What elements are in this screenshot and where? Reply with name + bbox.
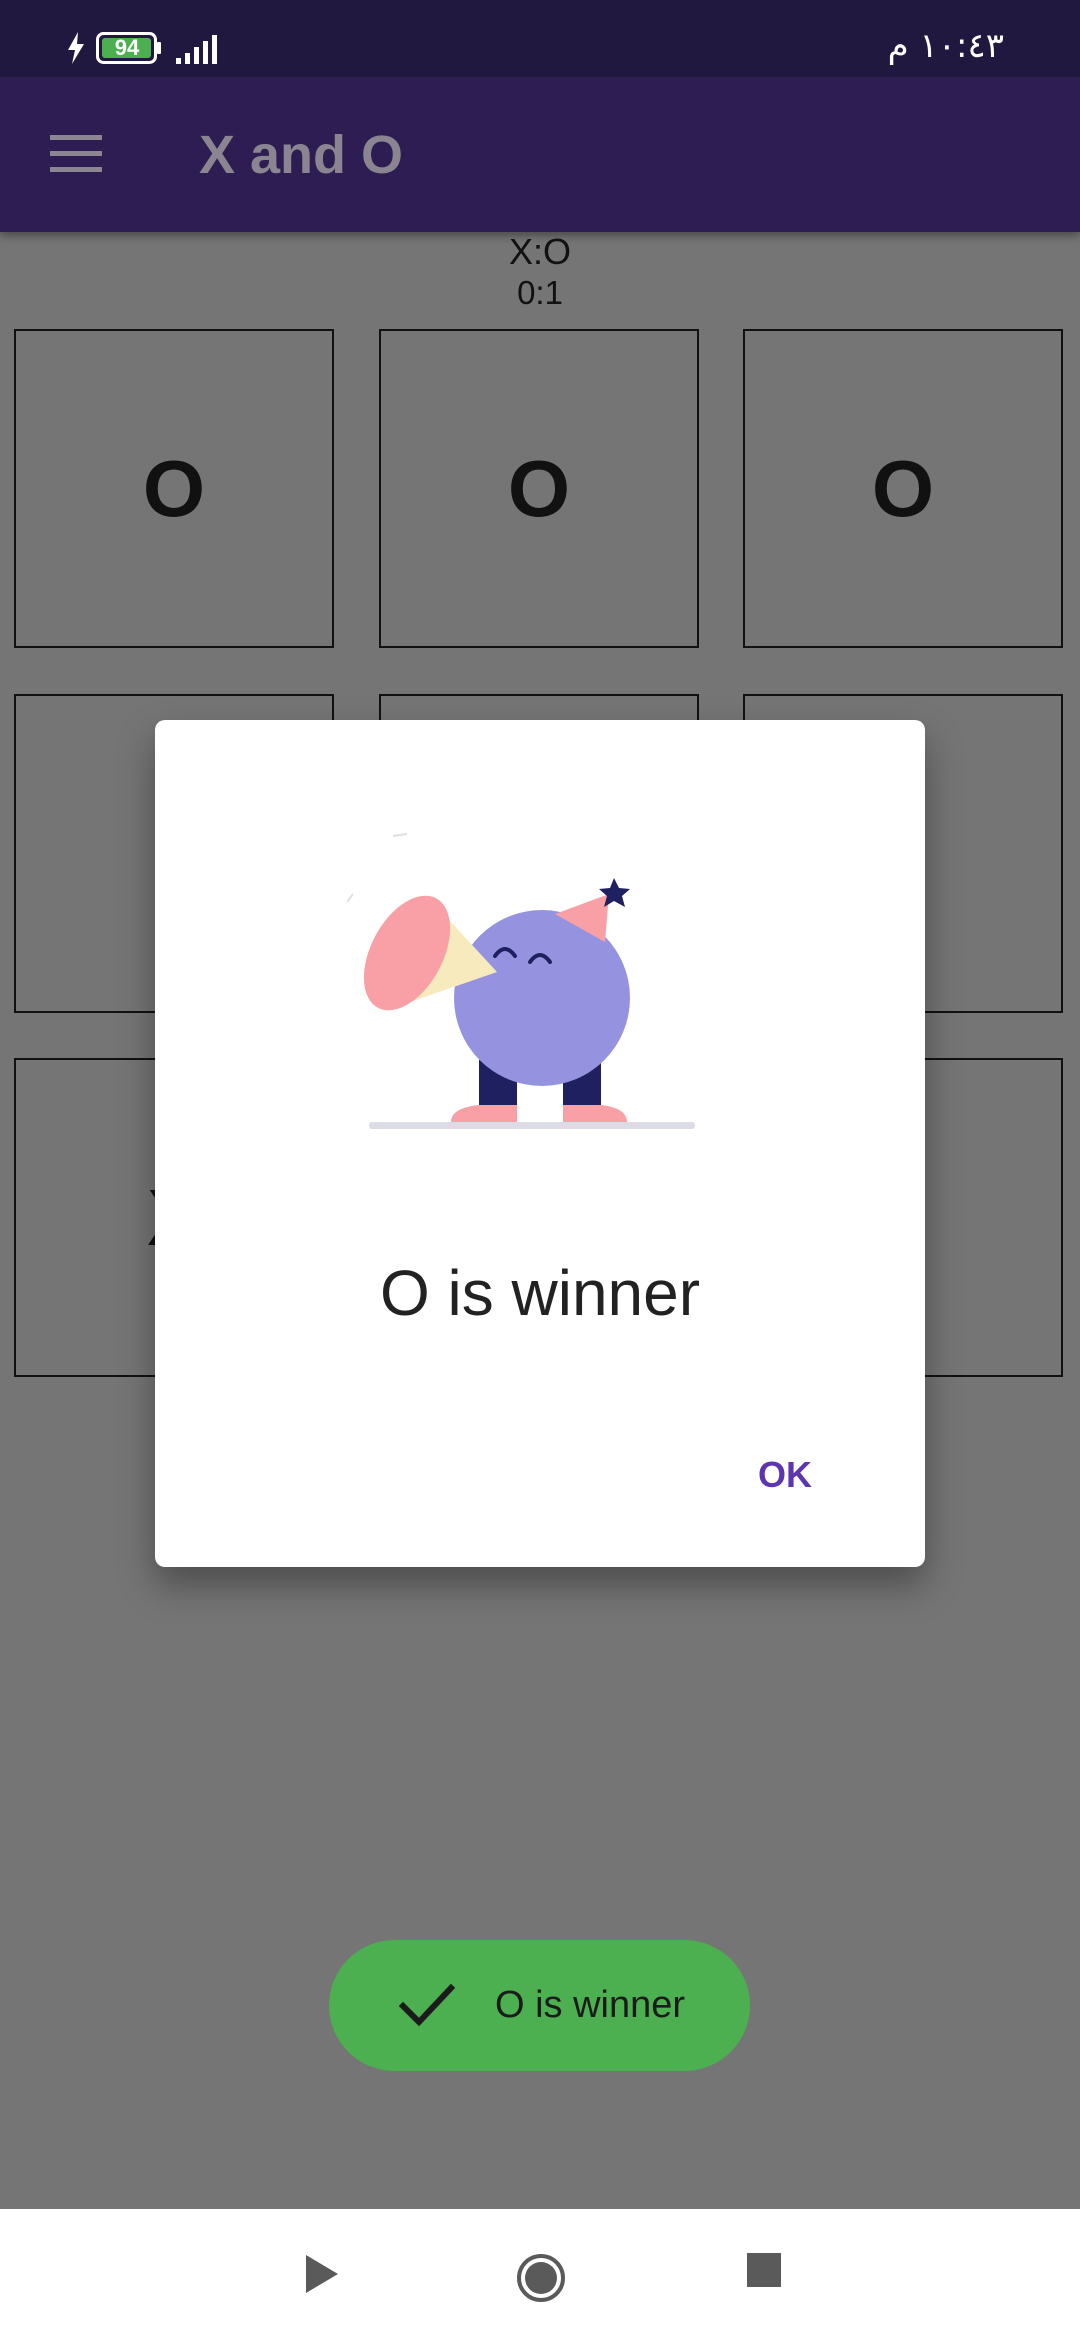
board-cell-1[interactable]: O bbox=[14, 329, 334, 648]
battery-level: 94 bbox=[114, 35, 140, 60]
winner-toast: O is winner bbox=[329, 1940, 750, 2071]
app-bar: X and O bbox=[0, 77, 1080, 232]
score-labels: X:O bbox=[508, 231, 571, 272]
recents-icon[interactable] bbox=[747, 2253, 781, 2287]
dialog-message: O is winner bbox=[379, 1257, 701, 1329]
board-cell-2[interactable]: O bbox=[379, 329, 699, 648]
ok-button[interactable]: OK bbox=[745, 1450, 825, 1500]
back-icon[interactable] bbox=[304, 2253, 340, 2295]
status-clock: ١٠:٤٣ م bbox=[887, 26, 1004, 66]
status-bar: 94 ١٠:٤٣ م bbox=[0, 0, 1080, 77]
score-values: 0:1 bbox=[517, 274, 563, 311]
signal-icon bbox=[176, 35, 217, 64]
home-icon[interactable] bbox=[516, 2253, 566, 2303]
toast-text: O is winner bbox=[495, 1984, 686, 2026]
board-cell-3[interactable]: O bbox=[743, 329, 1063, 648]
menu-icon[interactable] bbox=[50, 135, 102, 173]
check-icon bbox=[399, 1983, 455, 2027]
navigation-bar bbox=[0, 2209, 1080, 2340]
celebration-illustration bbox=[347, 833, 695, 1129]
winner-dialog: O is winner OK bbox=[155, 720, 925, 1567]
charging-icon bbox=[68, 32, 84, 64]
app-title: X and O bbox=[199, 125, 404, 185]
